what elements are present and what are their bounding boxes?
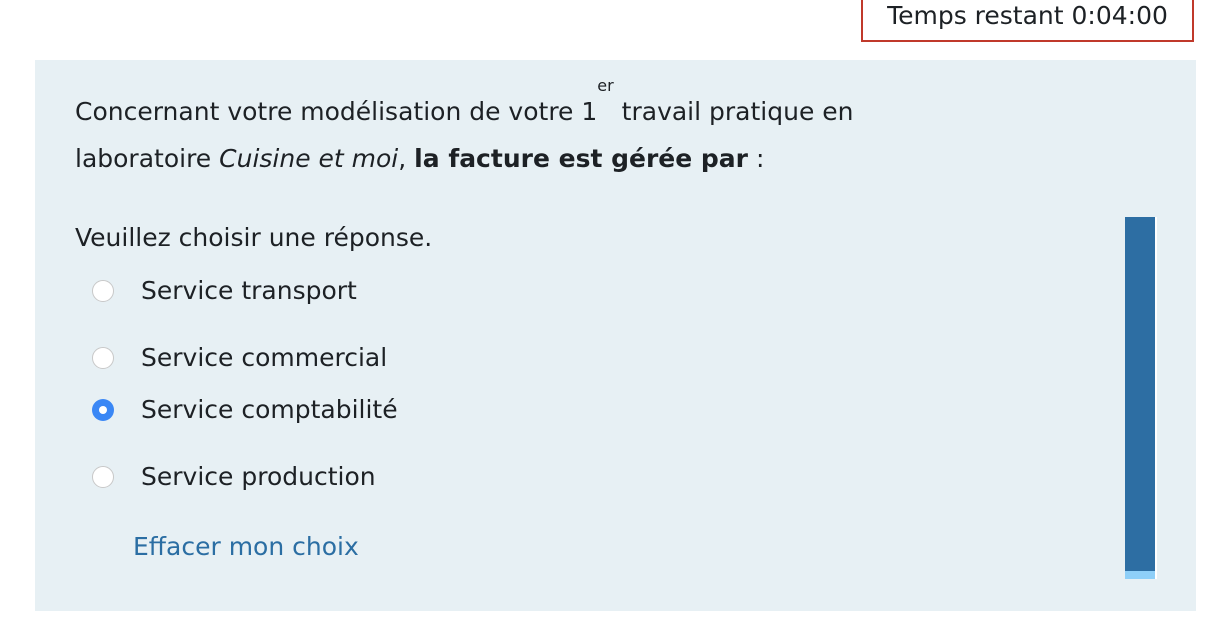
question-part: Concernant votre modélisation de votre 1	[75, 97, 598, 126]
question-text: Concernant votre modélisation de votre 1…	[75, 78, 975, 182]
progress-bar-fill	[1125, 571, 1155, 579]
option-service-production[interactable]: Service production	[92, 462, 376, 491]
clear-choice-link[interactable]: Effacer mon choix	[133, 532, 359, 561]
question-panel: Concernant votre modélisation de votre 1…	[35, 60, 1196, 611]
radio-button[interactable]	[92, 465, 114, 488]
option-label: Service comptabilité	[141, 395, 398, 424]
question-sup: er	[597, 76, 614, 95]
radio-button-checked[interactable]	[92, 398, 114, 421]
radio-button[interactable]	[92, 279, 114, 302]
question-bold: la facture est gérée par	[414, 144, 748, 173]
option-label: Service commercial	[141, 343, 388, 372]
option-service-comptabilite[interactable]: Service comptabilité	[92, 395, 398, 424]
option-label: Service production	[141, 462, 376, 491]
progress-bar	[1125, 217, 1155, 579]
answer-prompt: Veuillez choisir une réponse.	[75, 223, 433, 252]
time-remaining-badge: Temps restant 0:04:00	[861, 0, 1194, 42]
option-service-transport[interactable]: Service transport	[92, 276, 357, 305]
timer-label: Temps restant 0:04:00	[887, 1, 1168, 30]
option-label: Service transport	[141, 276, 357, 305]
option-service-commercial[interactable]: Service commercial	[92, 343, 387, 372]
question-part: ,	[398, 144, 415, 173]
radio-button[interactable]	[92, 346, 114, 369]
question-italic: Cuisine et moi	[219, 144, 399, 173]
question-part: :	[748, 144, 765, 173]
